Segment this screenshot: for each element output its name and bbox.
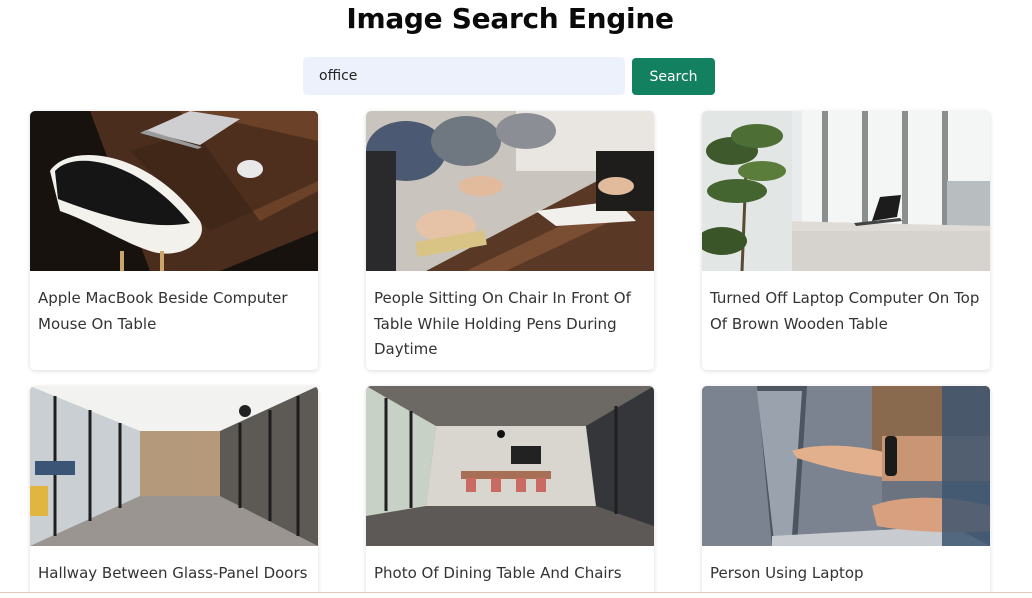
result-card[interactable]: Person Using Laptop	[702, 386, 990, 598]
result-card[interactable]: People Sitting On Chair In Front Of Tabl…	[366, 111, 654, 370]
search-button[interactable]: Search	[632, 58, 715, 95]
result-card[interactable]: Photo Of Dining Table And Chairs Inside …	[366, 386, 654, 598]
result-card[interactable]: Hallway Between Glass-Panel Doors	[30, 386, 318, 598]
result-image[interactable]	[366, 111, 654, 271]
search-bar: Search	[303, 57, 715, 95]
result-card[interactable]: Turned Off Laptop Computer On Top Of Bro…	[702, 111, 990, 370]
result-image[interactable]	[702, 111, 990, 271]
result-image[interactable]	[30, 111, 318, 271]
result-caption: Apple MacBook Beside Computer Mouse On T…	[38, 289, 288, 333]
search-input[interactable]	[303, 57, 625, 95]
result-caption: Turned Off Laptop Computer On Top Of Bro…	[710, 289, 980, 333]
result-card[interactable]: Apple MacBook Beside Computer Mouse On T…	[30, 111, 318, 370]
result-caption: People Sitting On Chair In Front Of Tabl…	[374, 289, 631, 358]
page-title: Image Search Engine	[346, 2, 674, 35]
horizontal-scroll-divider	[0, 592, 1032, 598]
result-image[interactable]	[30, 386, 318, 546]
result-caption: Person Using Laptop	[710, 564, 864, 582]
result-caption: Hallway Between Glass-Panel Doors	[38, 564, 308, 582]
result-caption: Photo Of Dining Table And Chairs Inside …	[374, 564, 622, 598]
result-image[interactable]	[366, 386, 654, 546]
result-image[interactable]	[702, 386, 990, 546]
